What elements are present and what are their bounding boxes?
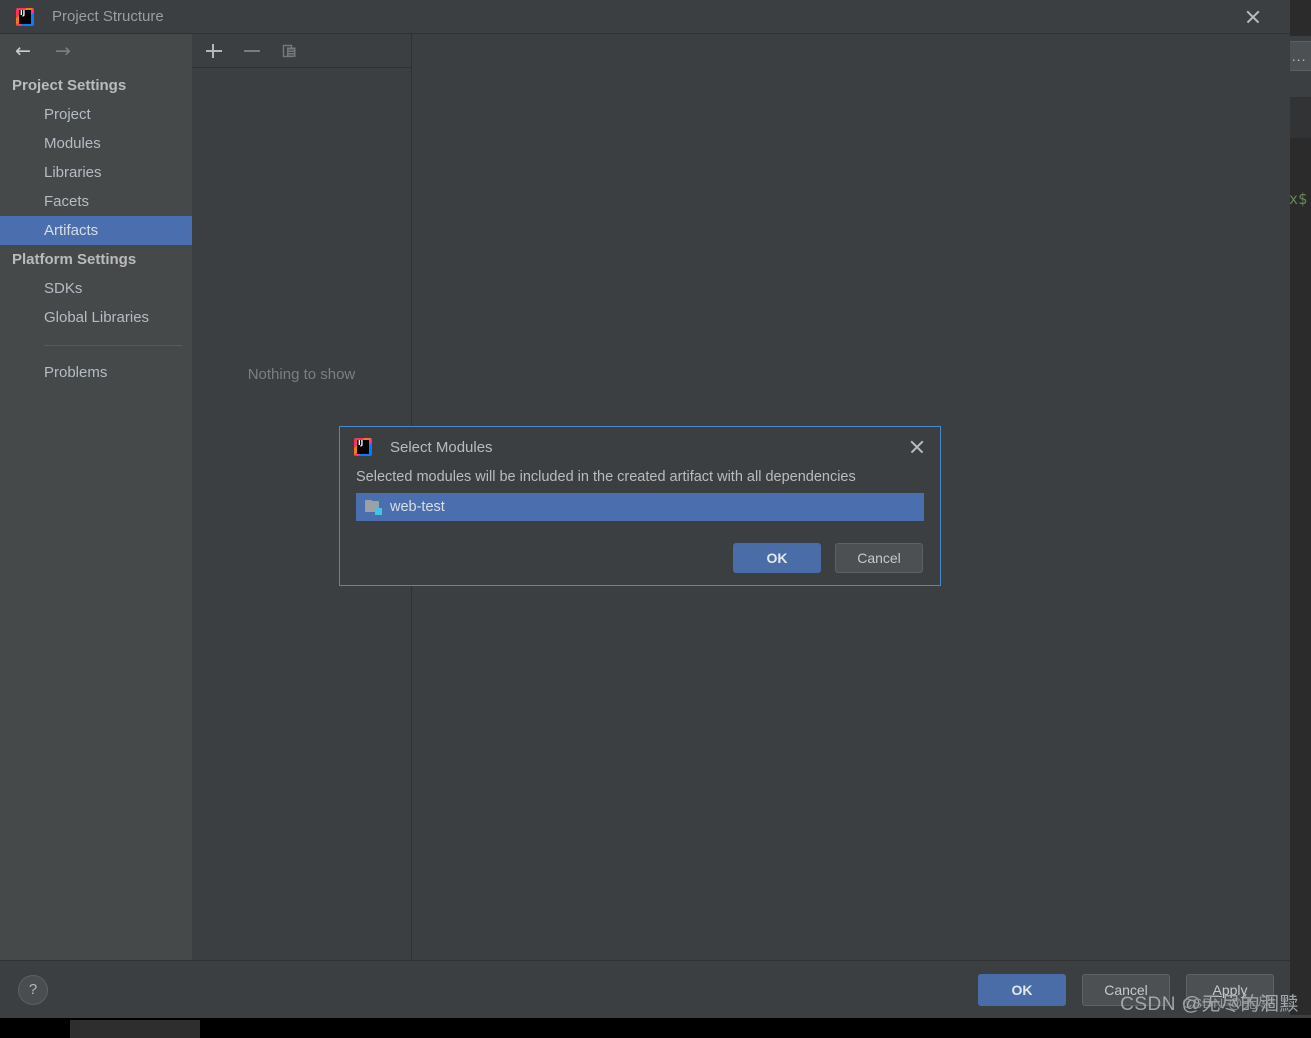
settings-tree: Project Settings Project Modules Librari… xyxy=(0,68,192,960)
sidebar-item-facets[interactable]: Facets xyxy=(0,187,192,216)
select-modules-titlebar: IJ Select Modules xyxy=(340,427,940,467)
sidebar-item-modules[interactable]: Modules xyxy=(0,129,192,158)
sidebar-item-project[interactable]: Project xyxy=(0,100,192,129)
watermark: CSDN @无尽的涸黩 CSDN @无尽 xyxy=(1120,989,1299,1016)
list-item[interactable]: web-test xyxy=(356,493,924,521)
select-modules-close-button[interactable] xyxy=(904,434,930,460)
select-modules-dialog: IJ Select Modules Selected modules will … xyxy=(339,426,941,586)
arrow-right-icon[interactable]: → xyxy=(50,40,76,62)
sidebar-item-sdks[interactable]: SDKs xyxy=(0,274,192,303)
intellij-idea-logo-icon: IJ xyxy=(354,438,372,456)
copy-icon xyxy=(280,41,300,61)
os-taskbar-strip xyxy=(0,1018,1311,1038)
module-folder-icon xyxy=(365,500,382,515)
window-close-button[interactable] xyxy=(1230,0,1276,33)
window-footer: ? OK Cancel Apply xyxy=(0,960,1290,1018)
modules-list: web-test xyxy=(356,493,924,521)
screen-root: n... 0.x$ IJ Project Structure ← → xyxy=(0,0,1311,1038)
window-title: Project Structure xyxy=(52,8,164,25)
sidebar-divider xyxy=(44,345,182,346)
arrow-left-icon[interactable]: ← xyxy=(10,40,36,62)
intellij-idea-logo-icon: IJ xyxy=(16,7,34,26)
close-icon xyxy=(1245,9,1261,25)
ok-button[interactable]: OK xyxy=(978,973,1066,1006)
modal-cancel-button[interactable]: Cancel xyxy=(835,543,923,573)
select-modules-description: Selected modules will be included in the… xyxy=(356,469,856,485)
close-icon xyxy=(909,439,925,455)
module-label: web-test xyxy=(390,499,445,515)
sidebar-group-platform-settings: Platform Settings xyxy=(12,251,137,268)
sidebar-navigation-bar: ← → xyxy=(0,34,192,68)
minus-icon xyxy=(242,41,262,61)
modal-ok-button[interactable]: OK xyxy=(733,543,821,573)
plus-icon[interactable] xyxy=(204,41,224,61)
settings-sidebar: ← → Project Settings Project Modules Lib… xyxy=(0,34,192,960)
sidebar-group-project-settings: Project Settings xyxy=(12,77,127,94)
watermark-overlay: CSDN @无尽 xyxy=(1182,995,1272,1011)
help-button[interactable]: ? xyxy=(18,974,48,1005)
sidebar-item-global-libraries[interactable]: Global Libraries xyxy=(0,303,192,332)
sidebar-item-libraries[interactable]: Libraries xyxy=(0,158,192,187)
os-taskbar-item[interactable] xyxy=(70,1020,200,1038)
sidebar-item-problems[interactable]: Problems xyxy=(0,358,192,387)
select-modules-footer: OK Cancel xyxy=(340,521,940,585)
select-modules-title: Select Modules xyxy=(390,438,493,456)
window-titlebar: IJ Project Structure xyxy=(0,0,1290,34)
artifacts-toolbar xyxy=(192,34,411,68)
sidebar-item-artifacts[interactable]: Artifacts xyxy=(0,216,192,245)
